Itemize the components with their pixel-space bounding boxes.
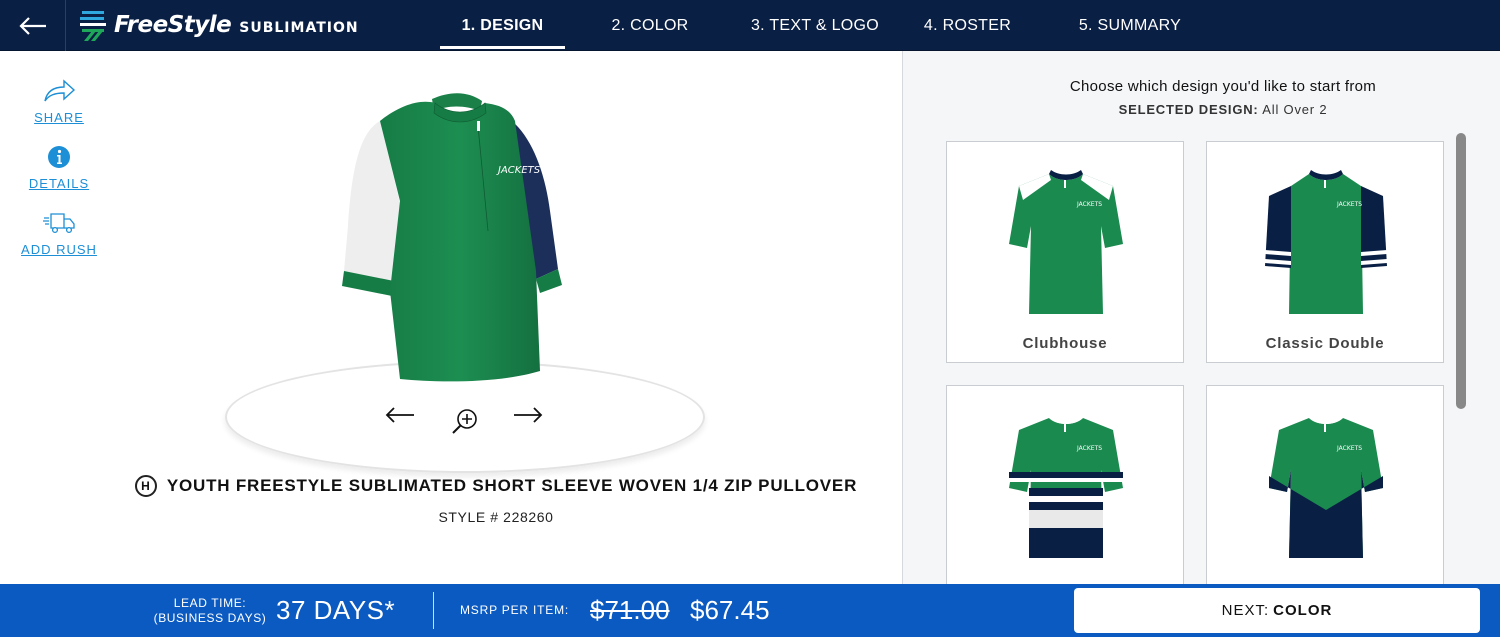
brand-icon: H bbox=[134, 475, 157, 497]
share-label: SHARE bbox=[34, 110, 84, 125]
design-card-4[interactable]: JACKETS bbox=[1206, 385, 1444, 584]
lead-time-value: 37 DAYS* bbox=[276, 595, 396, 625]
product-name: H YOUTH FREESTYLE SUBLIMATED SHORT SLEEV… bbox=[134, 475, 858, 497]
design-thumbnail: JACKETS bbox=[1265, 170, 1387, 314]
msrp-sale-price: $67.45 bbox=[690, 595, 770, 625]
design-name: Classic Double bbox=[1265, 335, 1385, 352]
lead-time-label: LEAD TIME: (BUSINESS DAYS) bbox=[150, 596, 270, 626]
info-icon bbox=[48, 146, 70, 168]
product-title-row: H YOUTH FREESTYLE SUBLIMATED SHORT SLEEV… bbox=[0, 475, 992, 497]
design-thumbnail: JACKETS bbox=[1009, 170, 1123, 314]
thumb-text: JACKETS bbox=[1336, 445, 1362, 452]
add-rush-button[interactable]: ADD RUSH bbox=[9, 211, 109, 257]
design-selector-panel: Choose which design you'd like to start … bbox=[902, 51, 1500, 584]
design-thumbnail: JACKETS bbox=[1009, 414, 1123, 558]
thumb-text: JACKETS bbox=[1076, 201, 1102, 208]
tab-summary[interactable]: 5. SUMMARY bbox=[1040, 0, 1220, 51]
brand-logo: FreeStyle SUBLIMATION bbox=[78, 7, 359, 43]
lead-time-label-line2: (BUSINESS DAYS) bbox=[153, 611, 267, 625]
tab-design[interactable]: 1. DESIGN bbox=[440, 0, 565, 51]
rotate-left-icon bbox=[385, 407, 414, 423]
thumb-text: JACKETS bbox=[1076, 445, 1102, 452]
selected-design-value: All Over 2 bbox=[1262, 102, 1328, 117]
next-prefix: NEXT: bbox=[1221, 602, 1270, 619]
preview-area: SHARE DETAILS ADD RUSH JACKETS H YOUTH F… bbox=[0, 51, 902, 584]
rotate-right-button[interactable] bbox=[512, 405, 544, 430]
design-thumbnail: JACKETS bbox=[1269, 414, 1383, 558]
msrp-label: MSRP PER ITEM: bbox=[460, 603, 569, 617]
share-icon bbox=[44, 79, 76, 102]
design-card-classic-double[interactable]: JACKETS Classic Double bbox=[1206, 141, 1444, 363]
product-title: YOUTH FREESTYLE SUBLIMATED SHORT SLEEVE … bbox=[166, 476, 858, 495]
tab-text-logo[interactable]: 3. TEXT & LOGO bbox=[735, 0, 895, 51]
garment-3d-preview[interactable]: JACKETS bbox=[340, 91, 570, 391]
design-card-clubhouse[interactable]: JACKETS Clubhouse bbox=[946, 141, 1184, 363]
next-target: COLOR bbox=[1273, 602, 1333, 619]
selected-design: SELECTED DESIGN: All Over 2 bbox=[903, 102, 1500, 117]
zoom-in-icon bbox=[452, 409, 477, 434]
top-nav: FreeStyle SUBLIMATION 1. DESIGN 2. COLOR… bbox=[0, 0, 1500, 51]
step-tabs: 1. DESIGN 2. COLOR 3. TEXT & LOGO 4. ROS… bbox=[440, 0, 1220, 51]
msrp-original-price: $71.00 bbox=[590, 595, 670, 625]
style-number: STYLE # 228260 bbox=[438, 509, 554, 525]
arrow-left-icon bbox=[18, 16, 46, 35]
rotate-right-icon bbox=[514, 407, 543, 423]
logo-text: FreeStyle bbox=[114, 12, 232, 38]
tab-color[interactable]: 2. COLOR bbox=[565, 0, 735, 51]
panel-scrollbar[interactable] bbox=[1456, 133, 1466, 409]
design-card-3[interactable]: JACKETS bbox=[946, 385, 1184, 584]
tab-roster[interactable]: 4. ROSTER bbox=[895, 0, 1040, 51]
selected-design-label: SELECTED DESIGN: bbox=[1118, 102, 1259, 117]
details-label: DETAILS bbox=[28, 176, 90, 191]
truck-icon bbox=[43, 213, 75, 234]
order-footer: LEAD TIME: (BUSINESS DAYS) 37 DAYS* MSRP… bbox=[0, 584, 1500, 637]
rotate-left-button[interactable] bbox=[384, 405, 416, 430]
add-rush-label: ADD RUSH bbox=[21, 242, 97, 257]
logo-subtext: SUBLIMATION bbox=[239, 19, 359, 36]
share-button[interactable]: SHARE bbox=[9, 79, 109, 125]
details-button[interactable]: DETAILS bbox=[9, 145, 109, 191]
lead-time-label-line1: LEAD TIME: bbox=[173, 596, 247, 610]
thumb-text: JACKETS bbox=[1336, 201, 1362, 208]
panel-heading: Choose which design you'd like to start … bbox=[1069, 78, 1377, 95]
logo-mark-icon bbox=[80, 11, 106, 41]
chest-text: JACKETS bbox=[496, 165, 541, 176]
design-name: Clubhouse bbox=[1022, 335, 1108, 352]
footer-divider bbox=[433, 592, 434, 629]
next-step-button[interactable]: NEXT: COLOR bbox=[1074, 588, 1480, 633]
zoom-button[interactable] bbox=[450, 407, 480, 442]
back-button[interactable] bbox=[0, 0, 66, 51]
